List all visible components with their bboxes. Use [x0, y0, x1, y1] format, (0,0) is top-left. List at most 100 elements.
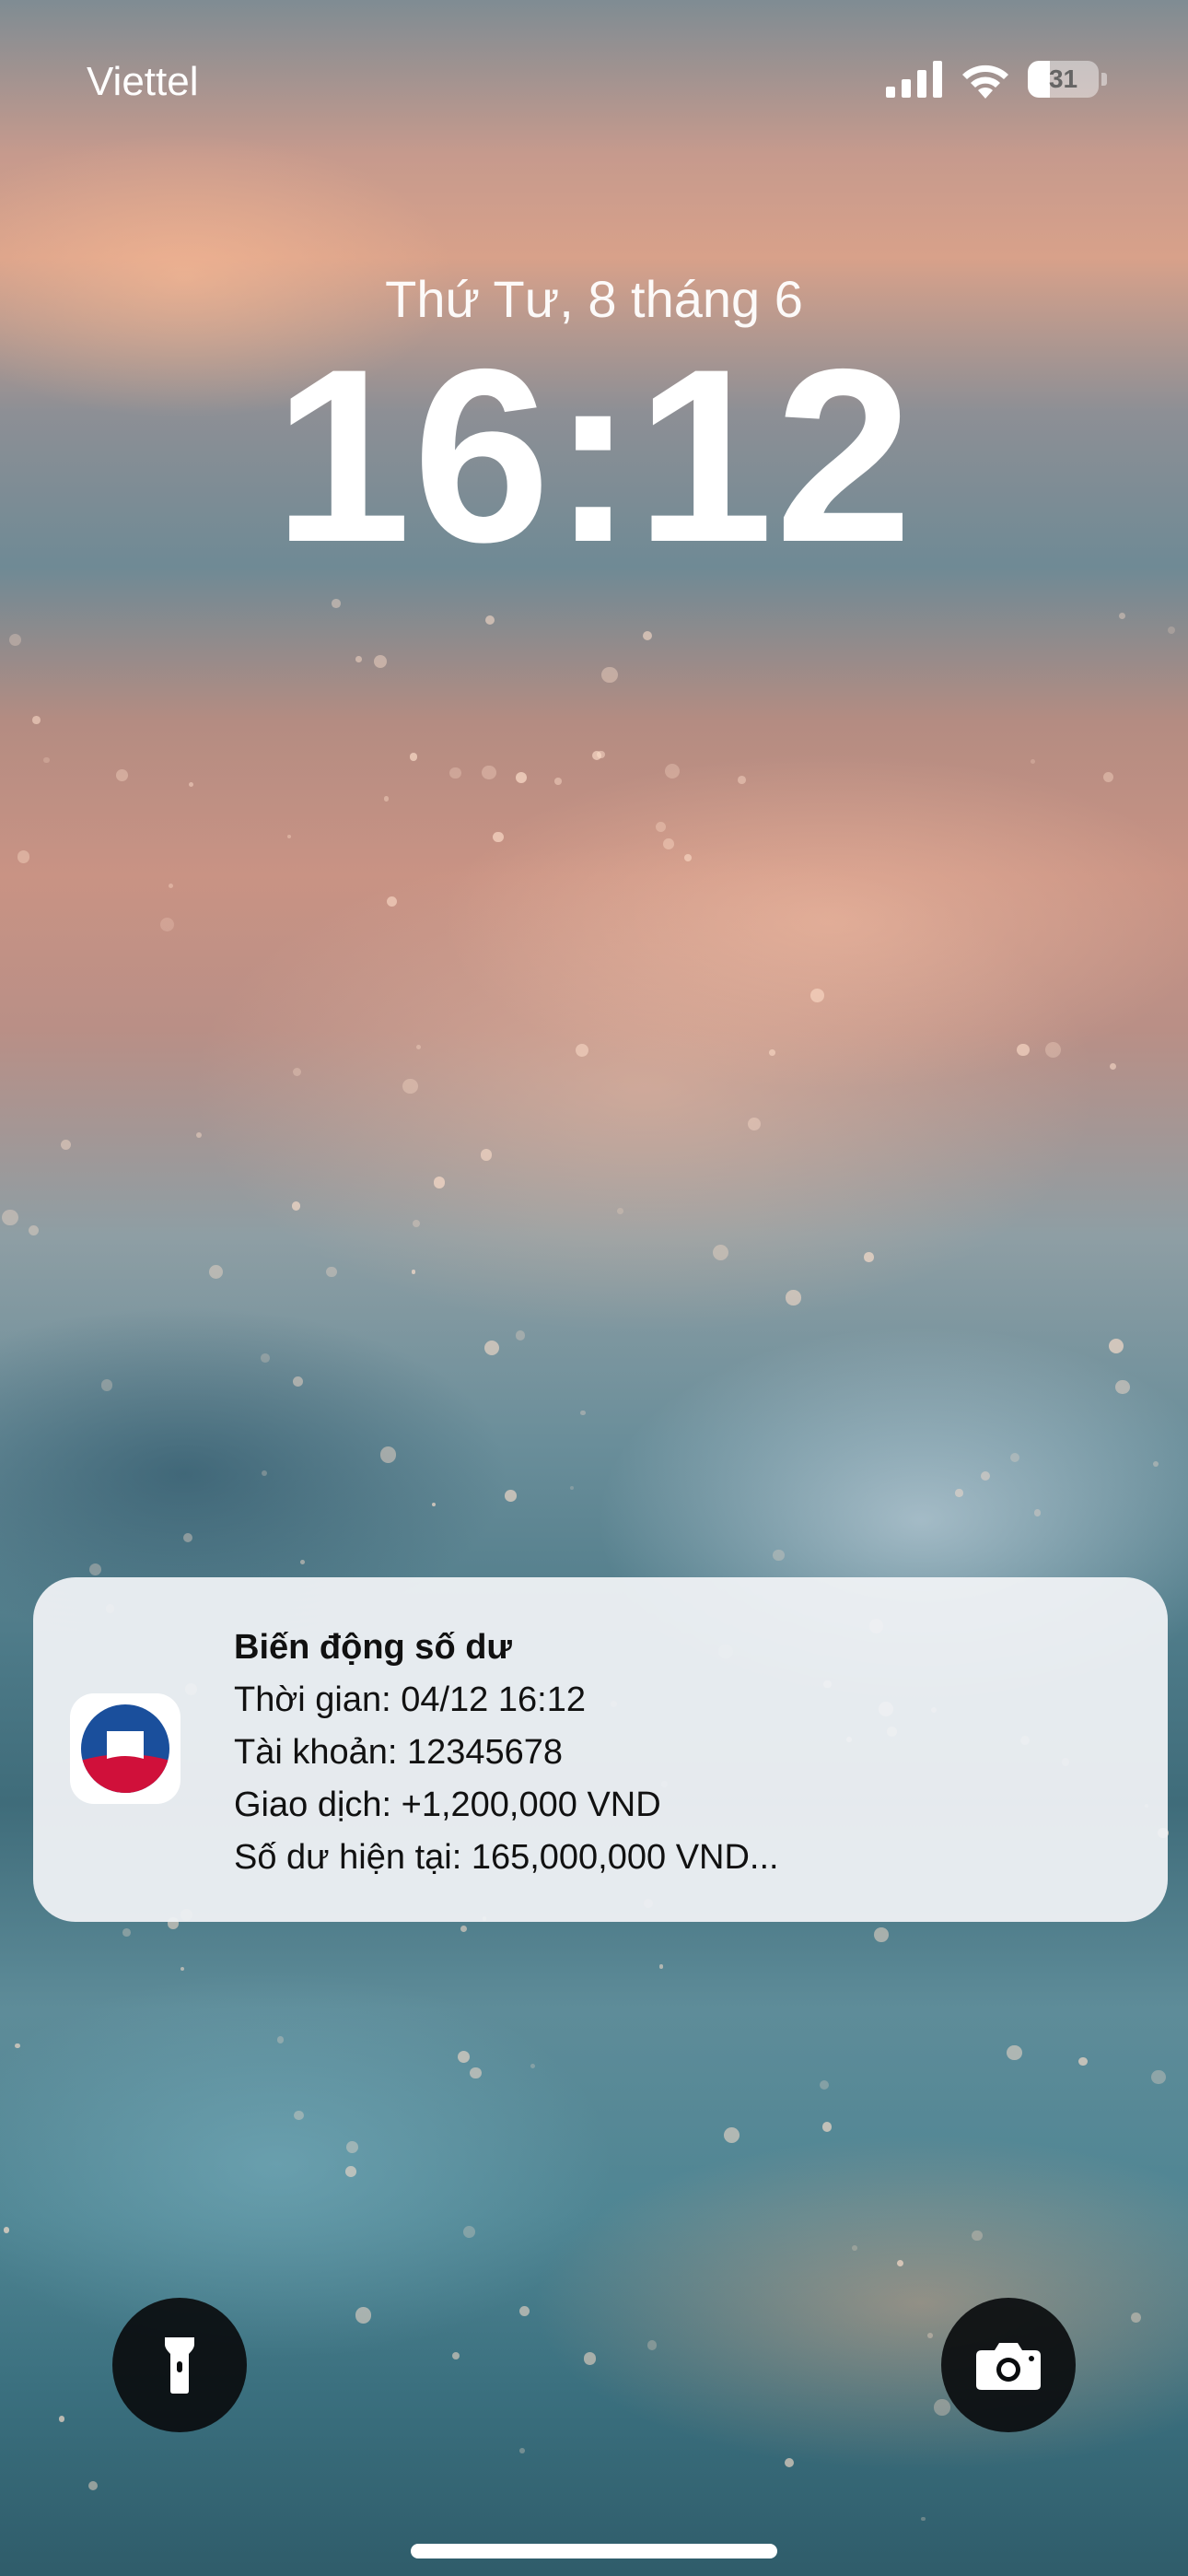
sparkle — [355, 2307, 371, 2324]
sparkle — [195, 1131, 202, 1138]
sparkle — [483, 1341, 500, 1356]
sparkle — [516, 771, 528, 783]
sparkle — [1102, 771, 1114, 783]
sparkle — [617, 1208, 623, 1215]
notification-content: Biến động số dư Thời gian: 04/12 16:12 T… — [234, 1622, 1131, 1884]
sparkle — [262, 1469, 268, 1476]
lock-clock[interactable]: 16:12 — [0, 332, 1188, 579]
sparkle — [569, 1485, 574, 1490]
sparkle — [515, 1330, 526, 1341]
sparkle — [87, 2480, 98, 2490]
sparkle — [2, 1210, 18, 1226]
sparkle — [1152, 1460, 1159, 1468]
sparkle — [116, 769, 128, 782]
sparkle — [747, 1117, 761, 1130]
sparkle — [554, 778, 562, 785]
sparkle — [769, 1048, 775, 1056]
sparkle — [8, 634, 21, 647]
notification-line-account: Tài khoản: 12345678 — [234, 1733, 564, 1772]
flashlight-icon — [165, 2337, 194, 2394]
sparkle — [934, 2399, 950, 2416]
sparkle — [601, 666, 618, 684]
sparkle — [415, 1044, 421, 1049]
camera-button[interactable] — [941, 2298, 1076, 2432]
sparkle — [663, 838, 675, 849]
sparkle — [100, 1379, 113, 1391]
sparkle — [597, 750, 605, 759]
sparkle — [646, 2340, 658, 2350]
sparkle — [181, 1966, 185, 1972]
sparkle — [784, 2457, 794, 2467]
sparkle — [980, 1470, 990, 1481]
sparkle — [28, 1224, 40, 1236]
sparkle — [411, 1270, 416, 1275]
status-bar: Viettel 31 — [0, 0, 1188, 166]
sparkle — [293, 1376, 304, 1388]
sparkle — [433, 1177, 446, 1189]
sparkle — [463, 2226, 476, 2238]
sparkle — [712, 1244, 729, 1261]
sparkle — [575, 1043, 589, 1058]
home-indicator[interactable] — [411, 2544, 777, 2558]
sparkle — [1044, 1041, 1062, 1059]
sparkle — [294, 2110, 304, 2121]
bank-logo-icon — [70, 1693, 181, 1804]
sparkle — [1006, 2044, 1022, 2061]
sparkle — [642, 631, 653, 641]
sparkle — [519, 2447, 525, 2453]
sparkle — [383, 796, 390, 802]
sparkle — [326, 1266, 337, 1278]
balance-notification[interactable]: Biến động số dư Thời gian: 04/12 16:12 T… — [33, 1577, 1168, 1922]
notification-line-balance: Số dư hiện tại: 165,000,000 VND... — [234, 1838, 779, 1877]
notification-line-transaction: Giao dịch: +1,200,000 VND — [234, 1786, 661, 1824]
sparkle — [1108, 1338, 1124, 1354]
sparkle — [286, 835, 291, 839]
sparkle — [379, 1446, 397, 1463]
sparkle — [448, 767, 461, 779]
sparkle — [658, 1964, 664, 1969]
sparkle — [61, 1140, 71, 1150]
carrier-name: Viettel — [87, 59, 199, 104]
sparkle — [737, 776, 746, 785]
sparkle — [504, 1489, 517, 1502]
sparkle — [182, 1533, 193, 1543]
notification-line-time: Thời gian: 04/12 16:12 — [234, 1680, 586, 1719]
sparkle — [724, 2127, 740, 2144]
sparkle — [470, 2067, 482, 2079]
sparkle — [15, 2043, 21, 2049]
sparkle — [168, 883, 173, 889]
battery-body: 31 — [1028, 61, 1100, 98]
sparkle — [300, 1559, 305, 1564]
sparkle — [896, 2259, 904, 2267]
sparkle — [189, 781, 194, 787]
sparkle — [374, 654, 388, 668]
sparkle — [1151, 2069, 1166, 2085]
sparkle — [810, 989, 825, 1002]
sparkle — [773, 1549, 785, 1561]
bank-logo-graphic — [81, 1704, 169, 1793]
sparkle — [1017, 1043, 1030, 1056]
notification-title: Biến động số dư — [234, 1628, 512, 1667]
sparkle — [3, 2227, 10, 2233]
sparkle — [821, 2122, 833, 2133]
sparkle — [451, 2351, 460, 2359]
sparkle — [1115, 1379, 1131, 1395]
sparkle — [460, 1926, 467, 1933]
sparkle — [852, 2245, 857, 2252]
sparkle — [1030, 759, 1036, 765]
sparkle — [458, 2051, 471, 2064]
sparkle — [402, 1078, 418, 1095]
battery-level: 31 — [1048, 64, 1078, 93]
sparkle — [518, 2306, 530, 2317]
sparkle — [927, 2333, 934, 2338]
status-icons: 31 — [886, 57, 1107, 101]
sparkle — [480, 1149, 492, 1161]
sparkle — [530, 2063, 536, 2069]
sparkle — [482, 765, 496, 780]
sparkle — [1168, 626, 1176, 634]
sparkle — [1033, 1509, 1042, 1516]
sparkle — [820, 2080, 830, 2090]
sparkle — [292, 1201, 301, 1211]
sparkle — [431, 1502, 437, 1507]
flashlight-button[interactable] — [112, 2298, 247, 2432]
